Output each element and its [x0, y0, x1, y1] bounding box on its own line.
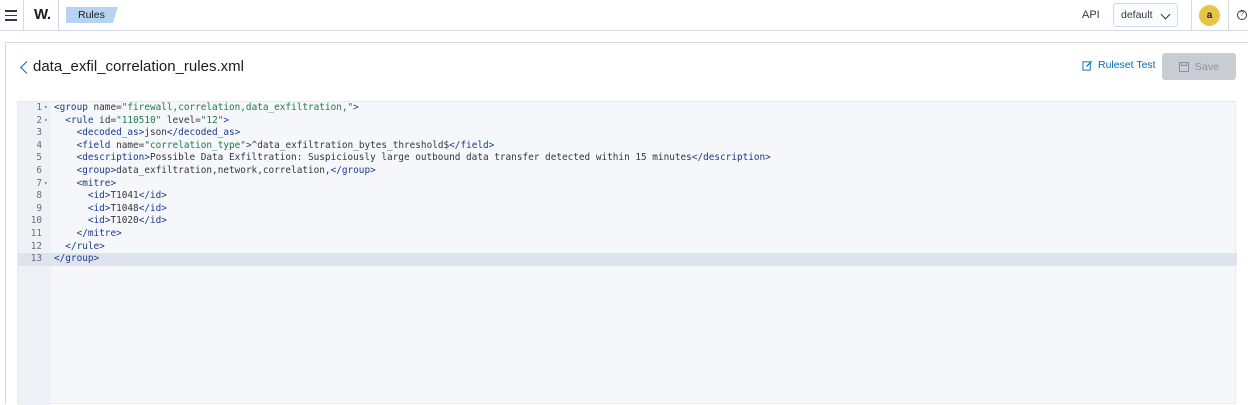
code-text: <mitre>	[76, 177, 117, 189]
api-link[interactable]: API	[1082, 9, 1100, 21]
help-icon[interactable]: ?	[1237, 10, 1247, 20]
api-selector[interactable]: default	[1113, 3, 1178, 27]
code-line[interactable]: 2 ▾ <rule id="110510" level="12">	[18, 115, 1237, 128]
code-text: <group>data_exfiltration,network,correla…	[76, 165, 376, 176]
code-line[interactable]: 12 </rule>	[18, 241, 1237, 254]
code-text: <id>T1041</id>	[87, 190, 167, 202]
line-number: 10	[30, 215, 42, 227]
code-text: <group name="firewall,correlation,data_e…	[54, 102, 359, 113]
fold-toggle-icon[interactable]: ▾	[44, 115, 48, 128]
header-divider	[1191, 0, 1192, 31]
hamburger-menu-icon[interactable]	[0, 0, 22, 31]
code-line[interactable]: 8 <id>T1041</id>	[18, 190, 1237, 203]
code-line[interactable]: 5 <description>Possible Data Exfiltratio…	[18, 152, 1237, 165]
code-line[interactable]: 4 <field name="correlation_type">^data_e…	[18, 140, 1237, 153]
code-text: <description>Possible Data Exfiltration:…	[76, 152, 771, 164]
save-button[interactable]: Save	[1162, 53, 1236, 80]
line-number: 9	[36, 202, 42, 214]
fold-toggle-icon[interactable]: ▾	[44, 178, 48, 191]
line-number: 8	[36, 190, 42, 202]
user-avatar[interactable]: a	[1199, 5, 1220, 26]
line-number: 6	[36, 165, 42, 176]
code-line[interactable]: 10 <id>T1020</id>	[18, 215, 1237, 228]
line-number: 13	[30, 253, 42, 265]
code-line[interactable]: 6 <group>data_exfiltration,network,corre…	[18, 165, 1237, 178]
fold-toggle-icon[interactable]: ▾	[44, 102, 48, 115]
breadcrumb-rules[interactable]: Rules	[66, 7, 118, 23]
code-text: <id>T1048</id>	[87, 202, 167, 214]
ruleset-test-button[interactable]: Ruleset Test	[1082, 59, 1156, 71]
app-logo[interactable]: W.	[34, 6, 51, 23]
xml-code-editor[interactable]: 1 ▾ <group name="firewall,correlation,data…	[17, 101, 1237, 405]
code-text: </rule>	[65, 240, 105, 252]
breadcrumb-label: Rules	[78, 9, 105, 21]
code-line[interactable]: 11 </mitre>	[18, 228, 1237, 241]
top-header: W. Rules API default a ?	[0, 0, 1248, 31]
header-divider	[58, 0, 59, 31]
ruleset-test-label: Ruleset Test	[1098, 59, 1156, 71]
line-number: 4	[36, 139, 42, 151]
save-label: Save	[1195, 60, 1219, 73]
chevron-down-icon	[1160, 9, 1171, 20]
code-line[interactable]: 3 <decoded_as>json</decoded_as>	[18, 127, 1237, 140]
line-number: 11	[30, 228, 42, 239]
line-number: 3	[36, 127, 42, 139]
code-text: <rule id="110510" level="12">	[65, 114, 230, 126]
code-line[interactable]: 7 ▾ <mitre>	[18, 178, 1237, 191]
back-arrow-icon[interactable]	[19, 61, 29, 75]
code-line[interactable]: 9 <id>T1048</id>	[18, 203, 1237, 216]
edit-icon	[1082, 60, 1093, 71]
line-number: 12	[30, 240, 42, 252]
api-selector-value: default	[1121, 9, 1153, 21]
line-number: 1	[36, 102, 42, 113]
code-text: </group>	[54, 253, 100, 265]
line-number: 7	[36, 177, 42, 189]
code-text: </mitre>	[76, 228, 122, 239]
code-text: <field name="correlation_type">^data_exf…	[76, 139, 495, 151]
header-divider	[1228, 0, 1229, 31]
code-text: <decoded_as>json</decoded_as>	[76, 127, 241, 139]
line-number: 5	[36, 152, 42, 164]
code-line[interactable]: 13 </group>	[18, 253, 1237, 266]
line-number: 2	[36, 114, 42, 126]
header-divider	[23, 0, 24, 31]
file-title: data_exfil_correlation_rules.xml	[33, 58, 244, 75]
code-text: <id>T1020</id>	[87, 215, 167, 227]
code-line[interactable]: 1 ▾ <group name="firewall,correlation,data…	[18, 102, 1237, 115]
save-icon	[1179, 61, 1190, 72]
